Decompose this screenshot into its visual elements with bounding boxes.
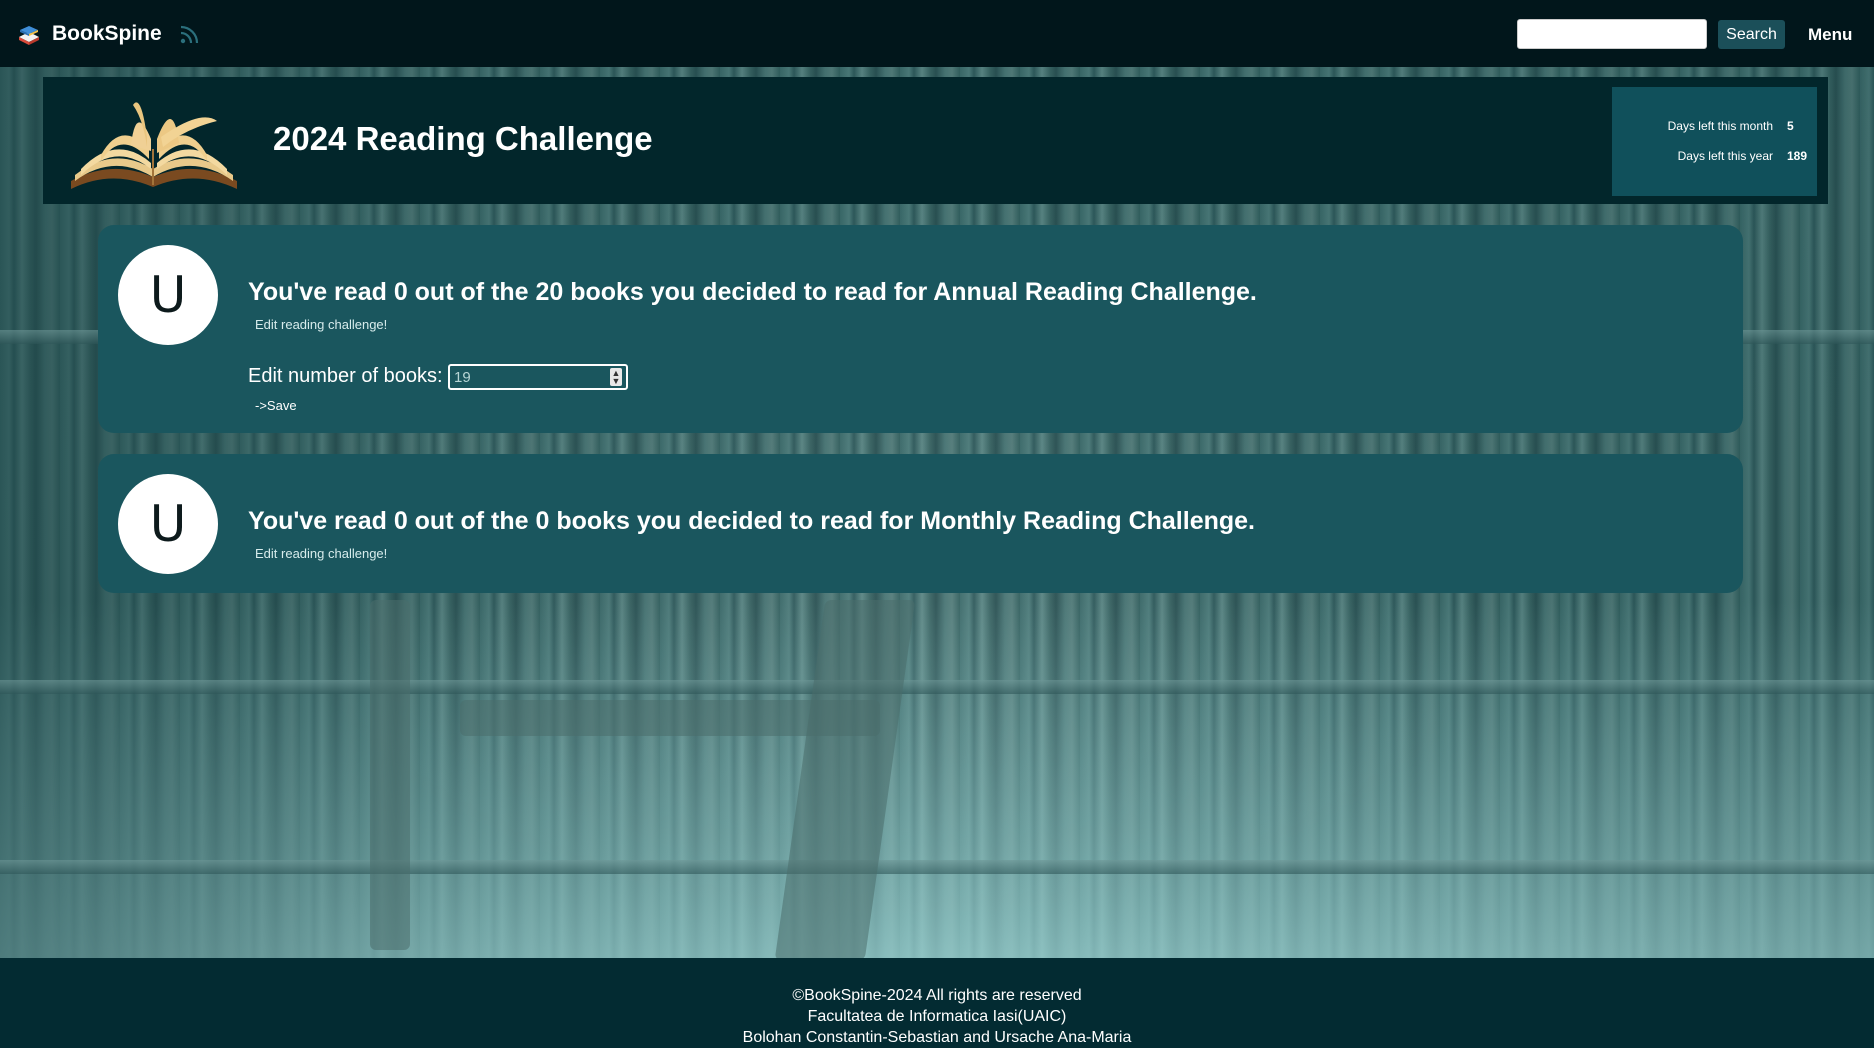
number-of-books-input[interactable] xyxy=(448,364,628,390)
days-left-year-value: 189 xyxy=(1787,149,1808,163)
background-chair-rail xyxy=(460,700,880,736)
footer: ©BookSpine-2024 All rights are reserved … xyxy=(0,958,1874,1048)
days-left-box: Days left this month 5 Days left this ye… xyxy=(1612,87,1817,196)
number-stepper-icon[interactable]: ▲ ▼ xyxy=(610,368,622,386)
challenge-banner: 2024 Reading Challenge Days left this mo… xyxy=(43,77,1828,204)
edit-annual-challenge-link[interactable]: Edit reading challenge! xyxy=(255,317,387,332)
brand-name: BookSpine xyxy=(52,22,162,45)
page-title: 2024 Reading Challenge xyxy=(273,120,653,157)
avatar: U xyxy=(118,245,218,345)
days-left-month-value: 5 xyxy=(1787,119,1794,133)
search-input[interactable] xyxy=(1517,19,1707,49)
search-button[interactable]: Search xyxy=(1718,20,1785,49)
annual-challenge-text: You've read 0 out of the 20 books you de… xyxy=(248,278,1257,306)
books-stack-icon xyxy=(19,26,39,45)
menu-button[interactable]: Menu xyxy=(1808,22,1852,48)
footer-authors: Bolohan Constantin-Sebastian and Ursache… xyxy=(742,1029,1132,1046)
rss-feed-icon[interactable] xyxy=(178,22,202,46)
footer-copyright: ©BookSpine-2024 All rights are reserved xyxy=(792,987,1082,1004)
background-chair-leg xyxy=(370,600,410,950)
days-left-year-row: Days left this year 189 xyxy=(1612,149,1817,163)
annual-challenge-card: U You've read 0 out of the 20 books you … xyxy=(98,225,1743,433)
open-book-icon xyxy=(71,102,237,189)
days-left-year-label: Days left this year xyxy=(1677,149,1773,163)
edit-monthly-challenge-link[interactable]: Edit reading challenge! xyxy=(255,546,387,561)
days-left-month-label: Days left this month xyxy=(1667,119,1773,133)
top-navbar: BookSpine Search Menu xyxy=(0,0,1874,67)
footer-faculty: Facultatea de Informatica Iasi(UAIC) xyxy=(807,1008,1067,1025)
brand[interactable]: BookSpine xyxy=(16,18,202,50)
days-left-month-row: Days left this month 5 xyxy=(1612,119,1817,133)
background-shelf xyxy=(0,860,1874,874)
avatar: U xyxy=(118,474,218,574)
background-shelf xyxy=(0,680,1874,694)
monthly-challenge-card: U You've read 0 out of the 0 books you d… xyxy=(98,454,1743,593)
save-link[interactable]: ->Save xyxy=(255,398,297,413)
monthly-challenge-text: You've read 0 out of the 0 books you dec… xyxy=(248,507,1255,535)
edit-number-label: Edit number of books: xyxy=(248,365,443,387)
